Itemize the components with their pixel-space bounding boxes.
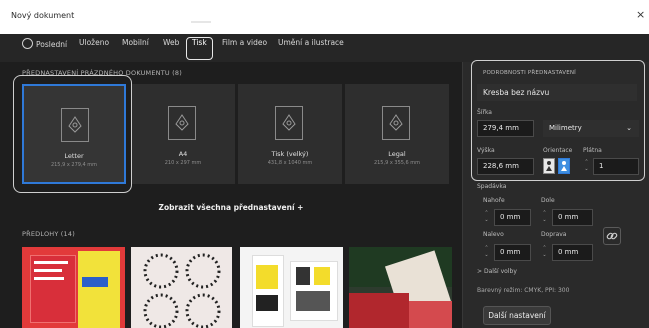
bleed-label: Spadávka [477,183,507,190]
stepper-down-icon[interactable]: ⌄ [541,252,548,259]
window-title: Nový dokument [11,11,75,20]
title-bar [0,0,649,34]
bleed-left-stepper[interactable]: ⌃ ⌄ [483,245,490,260]
templates-section-count: (14) [60,230,75,238]
presets-section-count: (8) [172,69,182,77]
preset-name: A4 [178,150,188,158]
tab-recent[interactable]: Poslední [22,38,67,49]
preset-card-print-large[interactable]: Tisk (velký) 431,8 x 1040 mm [238,84,342,184]
document-icon [382,106,410,140]
bleed-left-label: Nalevo [483,231,504,238]
template-thumbnail[interactable] [131,247,232,328]
bleed-top-stepper[interactable]: ⌃ ⌄ [483,210,490,225]
template-thumbnail[interactable] [240,247,343,328]
bleed-top-label: Nahoře [483,197,505,204]
tab-web[interactable]: Web [163,38,179,47]
preset-details-highlight [471,60,645,181]
tab-saved[interactable]: Uloženo [79,38,109,47]
document-icon [168,106,196,140]
stepper-up-icon[interactable]: ⌃ [541,245,548,252]
stepper-up-icon[interactable]: ⌃ [483,245,490,252]
more-options-toggle[interactable]: > Další volby [477,268,517,275]
preset-name: Tisk (velký) [271,150,309,158]
tab-print-highlight [186,37,213,60]
tab-film-video[interactable]: Film a video [222,38,267,47]
preset-size: 215,9 x 355,6 mm [373,160,421,166]
view-all-presets-link[interactable]: Zobrazit všechna přednastavení + [0,203,462,212]
tab-mobile[interactable]: Mobilní [122,38,149,47]
color-mode-text: Barevný režim: CMYK, PPI: 300 [477,287,570,294]
preset-card-legal[interactable]: Legal 215,9 x 355,6 mm [345,84,449,184]
bleed-bottom-input[interactable]: 0 mm [552,209,593,226]
bleed-left-input[interactable]: 0 mm [494,244,531,261]
more-options-label: Další volby [483,268,517,275]
preset-size: 431,8 x 1040 mm [267,160,313,166]
bleed-bottom-label: Dole [541,197,555,204]
active-tab-underline [191,21,211,23]
templates-section-label: PŘEDLOHY (14) [22,230,75,238]
close-icon[interactable]: × [636,9,645,20]
stepper-down-icon[interactable]: ⌄ [483,217,490,224]
template-thumbnail[interactable] [22,247,125,328]
tab-recent-label: Poslední [36,40,68,49]
stepper-up-icon[interactable]: ⌃ [483,210,490,217]
selected-preset-highlight [13,75,132,193]
clock-icon [22,38,33,49]
templates-section-title: PŘEDLOHY [22,230,59,238]
stepper-down-icon[interactable]: ⌄ [483,252,490,259]
more-settings-button[interactable]: Další nastavení [483,306,551,325]
chevron-right-icon: > [477,268,483,275]
preset-size: 210 x 297 mm [164,160,202,166]
bleed-top-input[interactable]: 0 mm [494,209,531,226]
preset-name: Legal [388,150,406,158]
category-tab-bar: Poslední Uloženo Mobilní Web Tisk Film a… [0,34,649,63]
bleed-bottom-stepper[interactable]: ⌃ ⌄ [541,210,548,225]
bleed-right-input[interactable]: 0 mm [552,244,593,261]
link-bleed-button[interactable] [603,227,621,245]
tab-art-illustration[interactable]: Umění a ilustrace [278,38,344,47]
bleed-right-label: Doprava [541,231,567,238]
preset-card-a4[interactable]: A4 210 x 297 mm [131,84,235,184]
document-icon [275,106,303,140]
stepper-up-icon[interactable]: ⌃ [541,210,548,217]
bleed-right-stepper[interactable]: ⌃ ⌄ [541,245,548,260]
template-thumbnail[interactable] [349,247,452,328]
stepper-down-icon[interactable]: ⌄ [541,217,548,224]
link-icon [606,232,618,240]
